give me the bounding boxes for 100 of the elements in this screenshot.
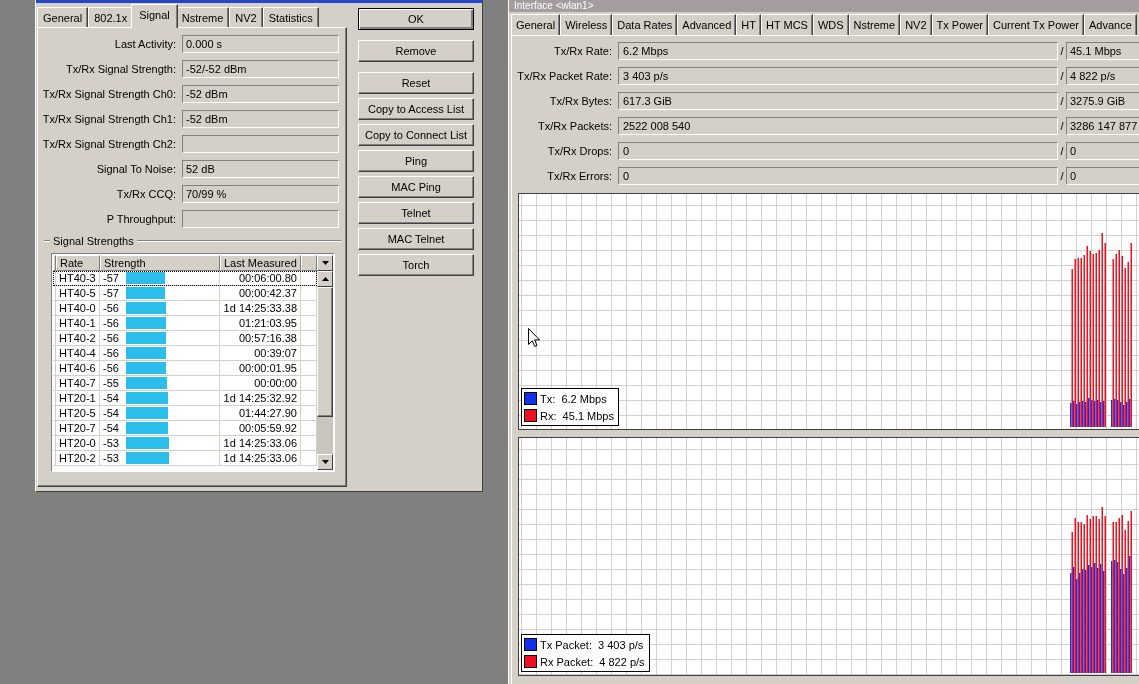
up-arrow-icon bbox=[321, 277, 329, 281]
tab[interactable]: General bbox=[511, 14, 561, 35]
tab[interactable]: General bbox=[37, 7, 89, 27]
table-row[interactable]: HT40-6 -56 00:00:01.95 bbox=[53, 361, 317, 376]
rate-label: HT20-7 bbox=[59, 421, 96, 435]
tab[interactable]: Tx Power bbox=[931, 14, 989, 35]
column-header[interactable]: Rate bbox=[56, 255, 100, 271]
field-label: Tx/Rx Packet Rate: bbox=[516, 70, 612, 82]
mouse-cursor-icon bbox=[528, 328, 540, 347]
dialog-button[interactable]: Copy to Connect List bbox=[358, 124, 474, 146]
last-measured-time: 1d 14:25:32.92 bbox=[223, 391, 297, 405]
last-measured-time: 00:57:16.38 bbox=[238, 331, 297, 345]
legend-label: Tx: 6.2 Mbps bbox=[540, 392, 607, 405]
field-label: Signal To Noise: bbox=[95, 163, 176, 175]
tab[interactable]: Statistics bbox=[262, 7, 319, 27]
rx-value-field: 45.1 Mbps bbox=[1066, 42, 1139, 60]
strength-value: -53 bbox=[103, 436, 120, 450]
table-row[interactable]: HT20-0 -53 1d 14:25:33.06 bbox=[53, 436, 317, 451]
legend-label: Rx Packet: 4 822 p/s bbox=[540, 655, 645, 668]
tab[interactable]: HT MCS bbox=[760, 14, 813, 35]
legend-label: Tx Packet: 3 403 p/s bbox=[540, 638, 644, 651]
down-arrow-icon bbox=[321, 460, 329, 464]
tab[interactable]: NV2 bbox=[900, 14, 932, 35]
field-label: Tx/Rx Drops: bbox=[546, 145, 612, 157]
rate-label: HT40-5 bbox=[59, 286, 96, 300]
table-row[interactable]: HT20-1 -54 1d 14:25:32.92 bbox=[53, 391, 317, 406]
rx-value-field: 3286 147 877 bbox=[1066, 117, 1139, 135]
scrollbar-thumb[interactable] bbox=[317, 287, 333, 417]
field-label: Tx/Rx Signal Strength Ch1: bbox=[41, 113, 176, 125]
separator-text: / bbox=[1059, 170, 1065, 182]
scroll-up-button[interactable] bbox=[317, 271, 333, 287]
field-label: P Throughput: bbox=[105, 213, 176, 225]
last-measured-time: 1d 14:25:33.38 bbox=[223, 301, 297, 315]
column-header[interactable]: Last Measured bbox=[220, 255, 301, 271]
tab[interactable]: Current Tx Power bbox=[988, 14, 1085, 35]
field-label: Tx/Rx Errors: bbox=[546, 170, 612, 182]
tab[interactable]: Advance bbox=[1084, 14, 1137, 35]
tab[interactable]: Nstreme bbox=[175, 7, 230, 27]
last-measured-time: 00:05:59.92 bbox=[238, 421, 297, 435]
last-measured-time: 01:44:27.90 bbox=[238, 406, 297, 420]
table-row[interactable]: HT20-7 -54 00:05:59.92 bbox=[53, 421, 317, 436]
table-row[interactable]: HT40-2 -56 00:57:16.38 bbox=[53, 331, 317, 346]
tx-value-field: 617.3 GiB bbox=[618, 92, 1058, 110]
tab[interactable]: Data Rates bbox=[612, 14, 678, 35]
table-row[interactable]: HT40-1 -56 01:21:03.95 bbox=[53, 316, 317, 331]
value-field: 52 dB bbox=[182, 160, 339, 178]
group-label: Signal Strengths bbox=[53, 234, 134, 247]
dialog-button[interactable]: OK bbox=[358, 8, 474, 30]
table-row[interactable]: HT20-2 -53 1d 14:25:33.06 bbox=[53, 451, 317, 466]
last-measured-time: 00:00:01.95 bbox=[238, 361, 297, 375]
dialog-button[interactable]: Ping bbox=[358, 150, 474, 172]
last-measured-time: 00:00:42.37 bbox=[238, 286, 297, 300]
table-row[interactable]: HT20-5 -54 01:44:27.90 bbox=[53, 406, 317, 421]
tab[interactable]: Signal bbox=[131, 4, 178, 28]
dialog-button[interactable]: MAC Telnet bbox=[358, 228, 474, 250]
column-header[interactable]: Strength bbox=[100, 255, 220, 271]
dialog-button[interactable]: MAC Ping bbox=[358, 176, 474, 198]
strength-value: -56 bbox=[103, 331, 120, 345]
field-label: Tx/Rx Signal Strength: bbox=[64, 63, 176, 75]
value-field: -52 dBm bbox=[182, 110, 339, 128]
dialog-button[interactable]: Remove bbox=[358, 40, 474, 62]
tab[interactable]: NV2 bbox=[229, 7, 263, 27]
last-measured-time: 00:06:00.80 bbox=[238, 271, 297, 285]
table-row[interactable]: HT40-4 -56 00:39:07 bbox=[53, 346, 317, 361]
rate-label: HT40-2 bbox=[59, 331, 96, 345]
table-row[interactable]: HT40-5 -57 00:00:42.37 bbox=[53, 286, 317, 301]
rx-value-field: 0 bbox=[1066, 167, 1139, 185]
dialog-button[interactable]: Torch bbox=[358, 254, 474, 276]
tab[interactable]: HT bbox=[736, 14, 761, 35]
tab[interactable]: WDS bbox=[812, 14, 849, 35]
tab[interactable]: Advanced bbox=[677, 14, 737, 35]
rate-label: HT40-1 bbox=[59, 316, 96, 330]
scroll-down-button[interactable] bbox=[317, 454, 333, 470]
value-field: 70/99 % bbox=[182, 185, 339, 203]
window-title: Interface <wlan1> bbox=[514, 0, 594, 12]
value-field: -52 dBm bbox=[182, 85, 339, 103]
rate-label: HT20-5 bbox=[59, 406, 96, 420]
rate-label: HT20-2 bbox=[59, 451, 96, 465]
field-label: Tx/Rx CCQ: bbox=[115, 188, 176, 200]
table-row[interactable]: HT40-0 -56 1d 14:25:33.38 bbox=[53, 301, 317, 316]
column-menu-button[interactable] bbox=[317, 255, 333, 271]
rate-label: HT20-0 bbox=[59, 436, 96, 450]
dialog-button[interactable]: Copy to Access List bbox=[358, 98, 474, 120]
strength-value: -56 bbox=[103, 361, 120, 375]
dialog-button[interactable]: Reset bbox=[358, 72, 474, 94]
rate-label: HT40-4 bbox=[59, 346, 96, 360]
strength-value: -56 bbox=[103, 301, 120, 315]
rx-value-field: 3275.9 GiB bbox=[1066, 92, 1139, 110]
tx-value-field: 0 bbox=[618, 142, 1058, 160]
tab[interactable]: 802.1x bbox=[88, 7, 134, 27]
tab[interactable]: Wireless bbox=[560, 14, 613, 35]
rx-value-field: 4 822 p/s bbox=[1066, 67, 1139, 85]
dialog-button[interactable]: Telnet bbox=[358, 202, 474, 224]
table-row[interactable]: HT40-7 -55 00:00:00 bbox=[53, 376, 317, 391]
table-row[interactable]: HT40-3 -57 00:06:00.80 bbox=[53, 271, 317, 286]
rx-value-field: 0 bbox=[1066, 142, 1139, 160]
strength-value: -56 bbox=[103, 346, 120, 360]
tab[interactable]: Nstreme bbox=[848, 14, 901, 35]
last-measured-time: 1d 14:25:33.06 bbox=[223, 451, 297, 465]
field-label: Tx/Rx Signal Strength Ch0: bbox=[41, 88, 176, 100]
